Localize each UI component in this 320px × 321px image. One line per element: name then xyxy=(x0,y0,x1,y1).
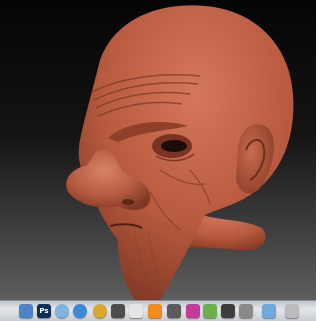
messages-icon[interactable] xyxy=(203,304,217,318)
zbrush-icon[interactable] xyxy=(167,304,181,318)
vlc-icon[interactable] xyxy=(148,304,162,318)
photo-booth-icon[interactable] xyxy=(111,304,125,318)
trash-icon[interactable] xyxy=(285,304,299,318)
terminal-icon[interactable] xyxy=(221,304,235,318)
wifi-app-icon[interactable] xyxy=(186,304,200,318)
sculpted-head-model xyxy=(66,5,294,300)
mac-dock: Ps xyxy=(0,300,316,321)
itunes-icon[interactable] xyxy=(55,304,69,318)
chrome-icon[interactable] xyxy=(93,304,107,318)
safari-icon[interactable] xyxy=(73,304,87,318)
eye xyxy=(161,140,187,152)
folder-icon[interactable] xyxy=(262,304,276,318)
preview-icon[interactable] xyxy=(129,304,143,318)
mail-icon[interactable] xyxy=(19,304,33,318)
app-icon[interactable] xyxy=(239,304,253,318)
zbrush-viewport[interactable] xyxy=(0,0,316,300)
photoshop-icon[interactable]: Ps xyxy=(37,304,51,318)
